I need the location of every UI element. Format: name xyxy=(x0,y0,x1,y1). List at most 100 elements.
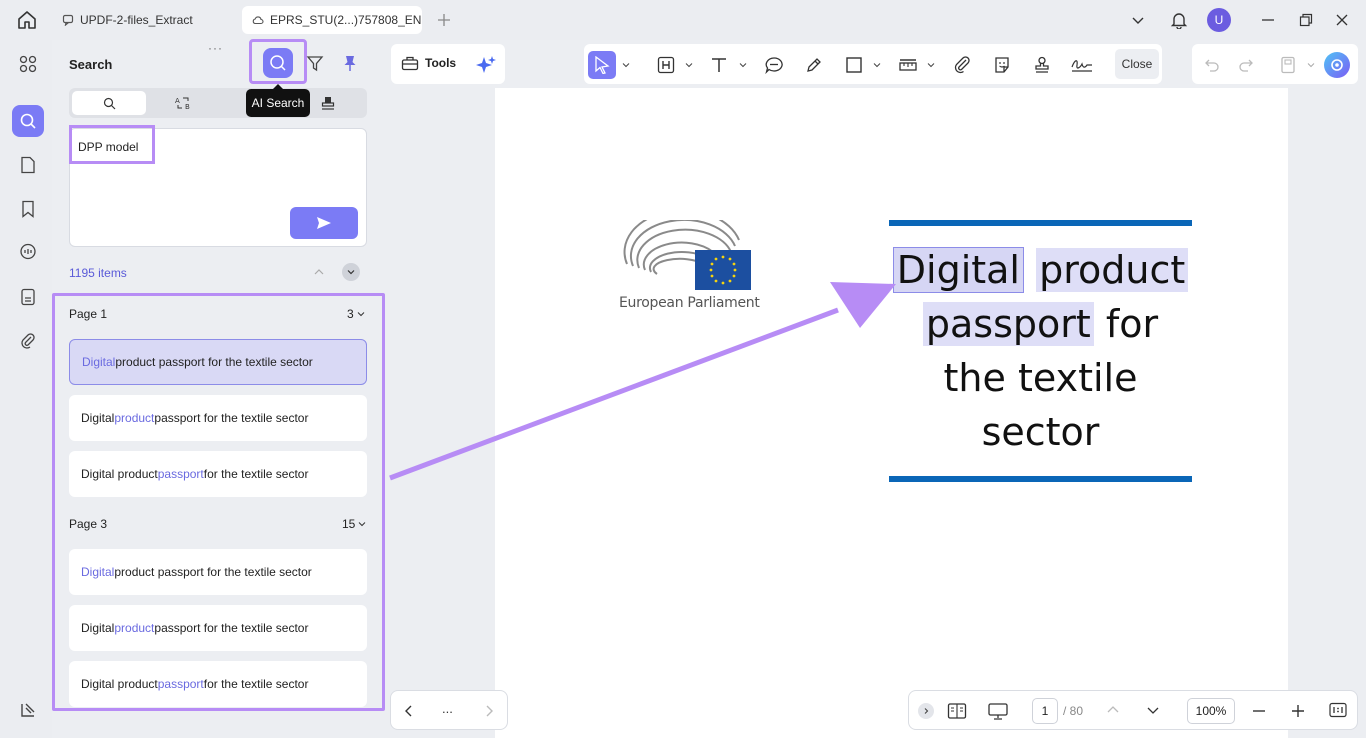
page-layout-icon[interactable] xyxy=(947,702,967,720)
highlight-tool[interactable] xyxy=(652,51,680,79)
group-count[interactable]: 3 xyxy=(347,307,365,321)
title-rule-top xyxy=(889,220,1192,226)
zoom-in-icon[interactable] xyxy=(1291,704,1305,718)
stamp-icon xyxy=(321,96,335,110)
chevron-left-icon[interactable] xyxy=(403,704,415,718)
comment-tool[interactable] xyxy=(760,51,788,79)
cloud-icon xyxy=(252,14,264,26)
search-result[interactable]: Digital product passport for the textile… xyxy=(69,661,367,707)
result-text: for the textile sector xyxy=(203,467,309,481)
text-tool[interactable] xyxy=(706,51,734,79)
pin-icon[interactable] xyxy=(342,54,358,72)
close-button[interactable]: Close xyxy=(1115,49,1159,79)
tab-eprs[interactable]: EPRS_STU(2...)757808_EN xyxy=(242,6,422,34)
ai-search-icon xyxy=(269,54,287,72)
measure-tool[interactable] xyxy=(894,51,922,79)
presentation-icon[interactable] xyxy=(987,702,1009,720)
pen-tool[interactable] xyxy=(800,51,828,79)
updf-logo-icon[interactable] xyxy=(12,694,44,726)
undo-icon[interactable] xyxy=(1198,51,1226,79)
select-tool[interactable] xyxy=(588,51,616,79)
result-match: product xyxy=(114,621,155,635)
attachment-doc-icon[interactable] xyxy=(12,281,44,313)
drag-handle[interactable]: ··· xyxy=(208,41,223,55)
search-mode-segment: AB xyxy=(69,88,367,118)
home-icon[interactable] xyxy=(16,10,38,30)
result-text: Digital xyxy=(81,621,115,635)
title-word-highlight: passport xyxy=(922,302,1094,346)
new-tab-plus-icon[interactable] xyxy=(432,8,456,32)
chevron-right-icon[interactable] xyxy=(483,704,495,718)
close-window-icon[interactable] xyxy=(1330,8,1354,32)
title-line: the textile xyxy=(943,356,1138,400)
page-icon[interactable] xyxy=(12,149,44,181)
bell-icon[interactable] xyxy=(1167,8,1191,32)
title-word-highlight: Digital xyxy=(892,247,1024,293)
title-rule-bottom xyxy=(889,476,1192,482)
search-result[interactable]: Digital product passport for the textile… xyxy=(69,395,367,441)
ai-sparkle-icon[interactable] xyxy=(475,55,497,75)
send-button[interactable] xyxy=(290,207,358,239)
chevron-down-icon[interactable] xyxy=(739,61,747,69)
sticker-tool[interactable] xyxy=(988,51,1016,79)
tooltip-arrow xyxy=(272,84,284,90)
page-number-input[interactable]: 1 xyxy=(1032,698,1058,724)
tab-updf-extract[interactable]: UPDF-2-files_Extract xyxy=(52,6,238,34)
chevron-down-icon[interactable] xyxy=(873,61,881,69)
redo-icon[interactable] xyxy=(1232,51,1260,79)
result-match: Digital xyxy=(81,565,115,579)
search-result[interactable]: Digital product passport for the textile… xyxy=(69,549,367,595)
chevron-down-icon[interactable] xyxy=(685,61,693,69)
filter-icon[interactable] xyxy=(306,54,324,72)
signature-tool[interactable] xyxy=(1068,51,1096,79)
restore-icon[interactable] xyxy=(1294,8,1318,32)
ai-assistant-icon[interactable] xyxy=(1324,52,1350,78)
chevron-down-icon[interactable] xyxy=(1307,61,1315,69)
annotation-toolbar: Close xyxy=(584,44,1162,84)
chevron-down-icon[interactable] xyxy=(1146,704,1160,716)
more-button[interactable]: ... xyxy=(442,701,453,716)
search-result[interactable]: Digital product passport for the textile… xyxy=(69,339,367,385)
chevron-down-icon[interactable] xyxy=(927,61,935,69)
zoom-out-icon[interactable] xyxy=(1252,704,1266,718)
paperclip-icon xyxy=(953,56,971,74)
query-box[interactable]: DPP model xyxy=(69,125,367,247)
bookmark-icon[interactable] xyxy=(12,193,44,225)
comments-icon[interactable] xyxy=(12,236,44,268)
actual-size-icon[interactable] xyxy=(1329,702,1347,718)
chevron-down-icon[interactable] xyxy=(622,61,630,69)
result-text: passport for the textile sector xyxy=(154,411,309,425)
tools-button[interactable]: Tools xyxy=(401,55,456,71)
items-count: 1195 items xyxy=(69,266,127,280)
search-result[interactable]: Digital product passport for the textile… xyxy=(69,605,367,651)
expand-icon[interactable] xyxy=(918,703,934,719)
title-line: sector xyxy=(981,410,1100,454)
stamp-tool[interactable] xyxy=(1028,51,1056,79)
replace-tab[interactable]: AB xyxy=(147,91,221,115)
shape-tool[interactable] xyxy=(840,51,868,79)
search-result[interactable]: Digital product passport for the textile… xyxy=(69,451,367,497)
ai-search-button[interactable] xyxy=(263,48,293,78)
search-rail-icon[interactable] xyxy=(12,105,44,137)
tools-group: Tools xyxy=(391,44,505,84)
sticker-icon xyxy=(993,56,1011,74)
chevron-up-icon[interactable] xyxy=(1106,704,1120,716)
save-icon[interactable] xyxy=(1274,51,1302,79)
search-panel: Search ··· AB AI Search DPP model 1195 i… xyxy=(52,39,385,738)
query-text[interactable]: DPP model xyxy=(78,140,138,154)
avatar[interactable]: U xyxy=(1207,8,1231,32)
panel-title: Search xyxy=(69,57,113,72)
text-search-tab[interactable] xyxy=(72,91,146,115)
thumbnails-icon[interactable] xyxy=(12,48,44,80)
comment-icon xyxy=(62,14,74,26)
paperclip-icon[interactable] xyxy=(12,325,44,357)
group-count[interactable]: 15 xyxy=(342,517,366,531)
chevron-down-circle-icon[interactable] xyxy=(342,263,360,281)
result-text: product passport for the textile sector xyxy=(114,565,312,579)
title-word-highlight: product xyxy=(1036,248,1189,292)
zoom-level[interactable]: 100% xyxy=(1187,698,1235,724)
chevron-up-icon[interactable] xyxy=(313,266,325,278)
attach-tool[interactable] xyxy=(948,51,976,79)
minimize-icon[interactable] xyxy=(1256,8,1280,32)
chevron-down-icon[interactable] xyxy=(1126,8,1150,32)
